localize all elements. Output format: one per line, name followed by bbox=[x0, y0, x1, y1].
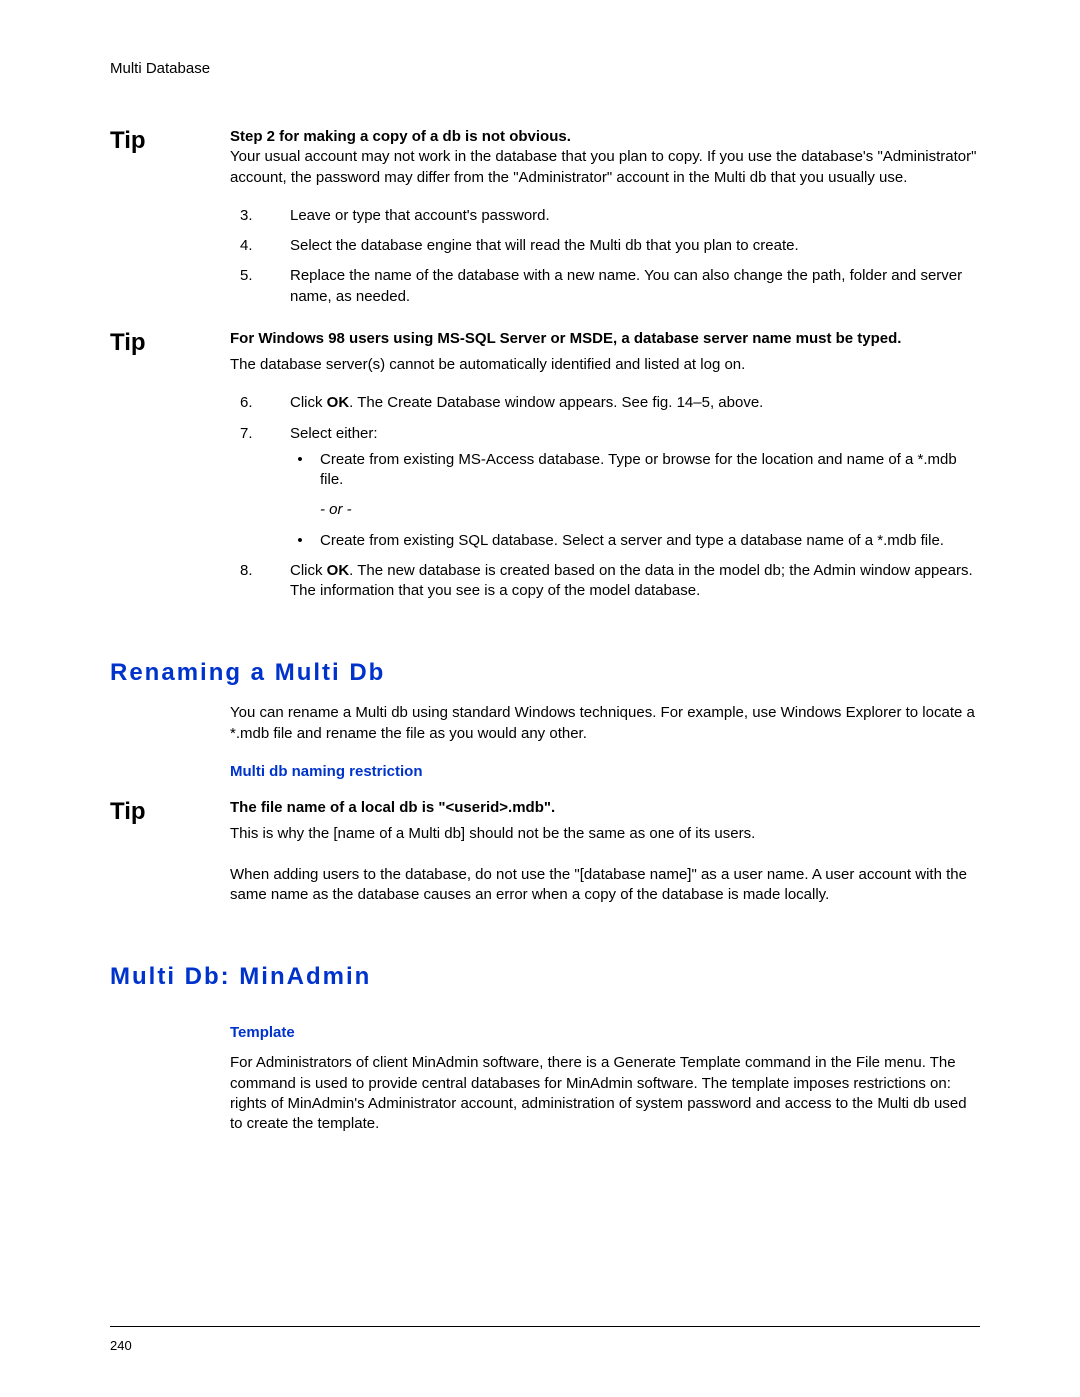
subheading-template: Template bbox=[230, 1023, 980, 1043]
page: Multi Database Tip Step 2 for making a c… bbox=[0, 0, 1080, 1397]
text-pre: Click bbox=[290, 562, 327, 579]
spacer bbox=[110, 703, 230, 792]
ok-bold: OK bbox=[327, 394, 350, 411]
item-text: Leave or type that account's password. bbox=[290, 206, 980, 226]
bullet-text: Create from existing SQL database. Selec… bbox=[320, 531, 980, 551]
list-item: 6. Click OK. The Create Database window … bbox=[230, 393, 980, 413]
bullet-text: Create from existing MS-Access database.… bbox=[320, 450, 980, 491]
tip-label: Tip bbox=[110, 798, 230, 923]
tip2-body: For Windows 98 users using MS-SQL Server… bbox=[230, 329, 980, 620]
minadmin-body: Template For Administrators of client Mi… bbox=[230, 1007, 980, 1152]
list-item: 8. Click OK. The new database is created… bbox=[230, 561, 980, 602]
tip-block-3: Tip The file name of a local db is "<use… bbox=[110, 798, 980, 923]
item-text: Select the database engine that will rea… bbox=[290, 236, 980, 256]
page-header: Multi Database bbox=[110, 60, 980, 77]
ordered-list-2: 6. Click OK. The Create Database window … bbox=[230, 393, 980, 601]
tip1-text: Your usual account may not work in the d… bbox=[230, 147, 980, 188]
text-pre: Click bbox=[290, 394, 327, 411]
item-number: 6. bbox=[230, 393, 290, 413]
minadmin-block: Template For Administrators of client Mi… bbox=[110, 1007, 980, 1152]
text-post: . The new database is created based on t… bbox=[290, 562, 973, 599]
item-number: 3. bbox=[230, 206, 290, 226]
item-text: Click OK. The Create Database window app… bbox=[290, 393, 980, 413]
item-text: Select either: bbox=[290, 424, 980, 444]
minadmin-text: For Administrators of client MinAdmin so… bbox=[230, 1053, 980, 1134]
item-number: 4. bbox=[230, 236, 290, 256]
item-text: Click OK. The new database is created ba… bbox=[290, 561, 980, 602]
heading-renaming: Renaming a Multi Db bbox=[110, 659, 980, 687]
ok-bold: OK bbox=[327, 562, 350, 579]
tip-block-1: Tip Step 2 for making a copy of a db is … bbox=[110, 127, 980, 325]
item-number: 5. bbox=[230, 266, 290, 307]
rename-block: You can rename a Multi db using standard… bbox=[110, 703, 980, 792]
item-number: 7. bbox=[230, 424, 290, 444]
bullet-list: • Create from existing MS-Access databas… bbox=[280, 450, 980, 491]
spacer bbox=[110, 1007, 230, 1152]
tip2-title: For Windows 98 users using MS-SQL Server… bbox=[230, 329, 980, 349]
ordered-list-1: 3. Leave or type that account's password… bbox=[230, 206, 980, 307]
tip3-body: The file name of a local db is "<userid>… bbox=[230, 798, 980, 923]
bullet-list: • Create from existing SQL database. Sel… bbox=[280, 531, 980, 551]
list-item: 5. Replace the name of the database with… bbox=[230, 266, 980, 307]
page-number: 240 bbox=[110, 1338, 132, 1353]
bullet-dot-icon: • bbox=[280, 450, 320, 491]
or-separator: - or - bbox=[320, 500, 980, 520]
subheading-restriction: Multi db naming restriction bbox=[230, 762, 980, 782]
footer-divider bbox=[110, 1326, 980, 1327]
item-number: 8. bbox=[230, 561, 290, 602]
tip1-body: Step 2 for making a copy of a db is not … bbox=[230, 127, 980, 325]
text-post: . The Create Database window appears. Se… bbox=[349, 394, 763, 411]
rename-body: You can rename a Multi db using standard… bbox=[230, 703, 980, 792]
tip3-title: The file name of a local db is "<userid>… bbox=[230, 798, 980, 818]
list-item: 4. Select the database engine that will … bbox=[230, 236, 980, 256]
rename-text: You can rename a Multi db using standard… bbox=[230, 703, 980, 744]
bullet-item: • Create from existing SQL database. Sel… bbox=[280, 531, 980, 551]
heading-minadmin: Multi Db: MinAdmin bbox=[110, 963, 980, 991]
list-item: 3. Leave or type that account's password… bbox=[230, 206, 980, 226]
tip3-text1: This is why the [name of a Multi db] sho… bbox=[230, 824, 980, 844]
tip2-text: The database server(s) cannot be automat… bbox=[230, 355, 980, 375]
list-item: 7. Select either: bbox=[230, 424, 980, 444]
tip-label: Tip bbox=[110, 127, 230, 325]
bullet-dot-icon: • bbox=[280, 531, 320, 551]
item-text: Replace the name of the database with a … bbox=[290, 266, 980, 307]
tip3-text2: When adding users to the database, do no… bbox=[230, 865, 980, 906]
tip-label: Tip bbox=[110, 329, 230, 620]
tip-block-2: Tip For Windows 98 users using MS-SQL Se… bbox=[110, 329, 980, 620]
tip1-title: Step 2 for making a copy of a db is not … bbox=[230, 127, 980, 147]
bullet-item: • Create from existing MS-Access databas… bbox=[280, 450, 980, 491]
